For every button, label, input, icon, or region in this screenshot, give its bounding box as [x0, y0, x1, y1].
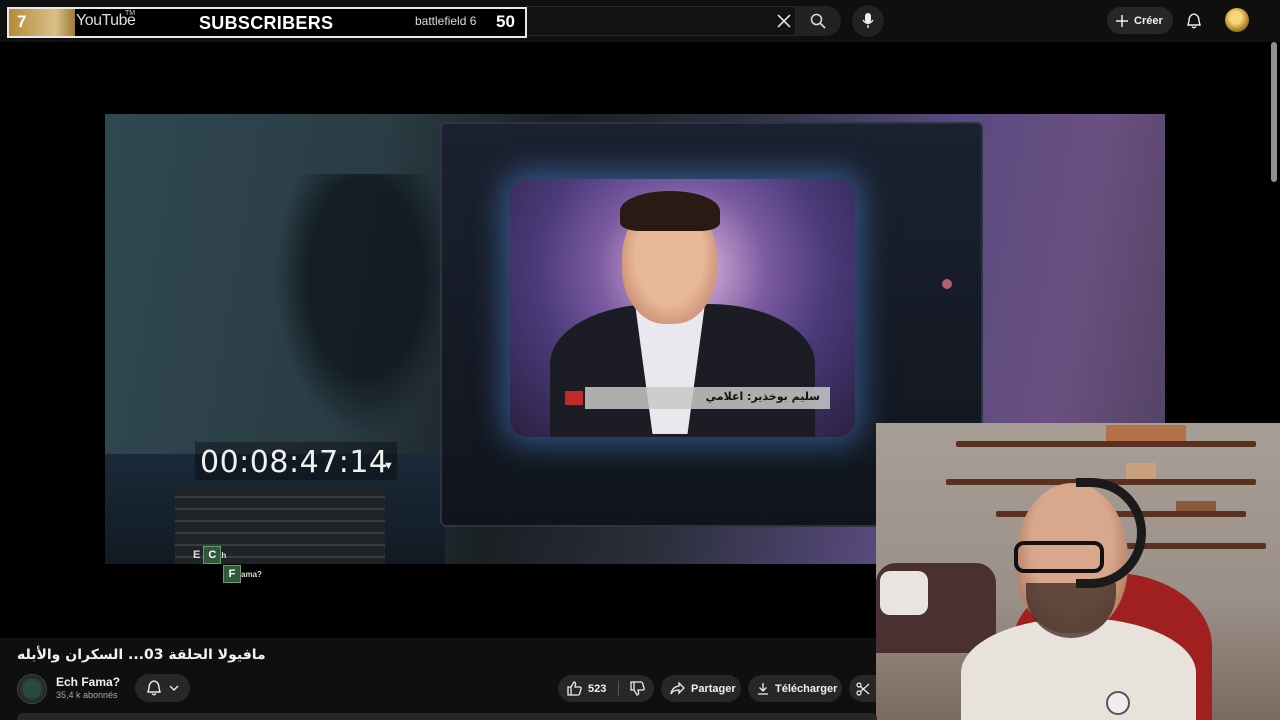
subscribed-notifications-button[interactable]: [135, 674, 190, 702]
brand-line-1: E Ch: [193, 546, 263, 564]
subscriber-count-box: 7: [9, 9, 75, 36]
channel-name[interactable]: Ech Fama?: [56, 675, 120, 689]
background-plant: [275, 174, 455, 434]
video-title: مافيولا الحلقة 03... السكران والأبله: [17, 647, 266, 663]
timecode-marker: ▼: [383, 460, 394, 472]
clip-button[interactable]: [849, 675, 876, 702]
cam-books: [1126, 463, 1156, 479]
search-button[interactable]: [795, 6, 841, 36]
like-divider: [618, 681, 619, 696]
create-label: Créer: [1134, 14, 1163, 27]
scissors-icon: [856, 681, 870, 696]
trademark-mark: TM: [125, 10, 136, 17]
brand-line-2: Fama?: [223, 565, 303, 583]
chevron-down-icon: [169, 685, 178, 691]
shirt-badge: [1106, 691, 1130, 715]
download-label: Télécharger: [775, 682, 838, 695]
search-icon: [810, 13, 826, 29]
channel-logo: [565, 391, 583, 405]
close-icon: [777, 14, 791, 28]
cam-books: [1106, 425, 1186, 441]
bell-icon: [146, 680, 161, 696]
headset: [1076, 478, 1146, 588]
streamer-webcam: [876, 423, 1280, 720]
brand-suffix-h: h: [221, 551, 227, 560]
cam-books: [1176, 501, 1216, 511]
share-button[interactable]: Partager: [661, 675, 741, 702]
vhs-timecode: 00:08:47:14 ▼: [195, 442, 397, 480]
download-button[interactable]: Télécharger: [748, 675, 842, 702]
cam-pillow: [880, 571, 928, 615]
guest-hair: [620, 191, 720, 231]
thumbs-down-icon: [629, 681, 645, 696]
avatar[interactable]: [1225, 8, 1249, 32]
mic-icon: [862, 13, 874, 28]
timecode-text: 00:08:47:14: [200, 445, 389, 480]
goal-name: battlefield 6: [415, 14, 477, 28]
share-label: Partager: [691, 682, 736, 695]
tv-knob: [942, 279, 952, 289]
lower-third: سليم بوخذير: اعلامي: [585, 387, 830, 409]
brand-tile-c: C: [203, 546, 222, 564]
voice-search-button[interactable]: [852, 5, 884, 37]
app-root: Créer سليم بوخذير: اعلامي 00:08:47:14 ▼: [0, 0, 1280, 720]
brand-suffix-ama: ama?: [241, 570, 262, 579]
description-box[interactable]: [17, 713, 877, 720]
notifications-button[interactable]: [1181, 8, 1207, 34]
brand-tile-f: F: [223, 565, 241, 583]
like-count: 523: [588, 682, 607, 695]
like-button[interactable]: 523: [558, 675, 618, 702]
download-icon: [758, 683, 768, 695]
thumbs-up-icon: [567, 681, 582, 696]
page-scrollbar[interactable]: [1271, 42, 1277, 182]
subscriber-goal-overlay: 7 YouTube TM SUBSCRIBERS battlefield 6 5…: [7, 7, 527, 38]
channel-subscriber-count: 35,4 k abonnés: [56, 690, 118, 700]
subscriber-count: 7: [17, 12, 27, 31]
search-input[interactable]: [526, 6, 796, 36]
subscriber-goal: 50: [496, 12, 515, 31]
clear-search-button[interactable]: [772, 9, 796, 33]
brand-letter-e: E: [193, 549, 201, 561]
subscribers-label: SUBSCRIBERS: [199, 13, 334, 33]
bell-icon: [1187, 13, 1201, 29]
lower-third-text: سليم بوخذير: اعلامي: [705, 390, 820, 403]
channel-avatar[interactable]: [17, 674, 47, 704]
create-button[interactable]: Créer: [1107, 7, 1173, 34]
share-icon: [670, 682, 685, 695]
like-dislike-group: 523: [558, 675, 654, 702]
tv-screen: سليم بوخذير: اعلامي: [510, 179, 855, 437]
dislike-button[interactable]: [620, 675, 654, 702]
plus-icon: [1116, 14, 1128, 27]
cam-shelf: [956, 441, 1256, 447]
